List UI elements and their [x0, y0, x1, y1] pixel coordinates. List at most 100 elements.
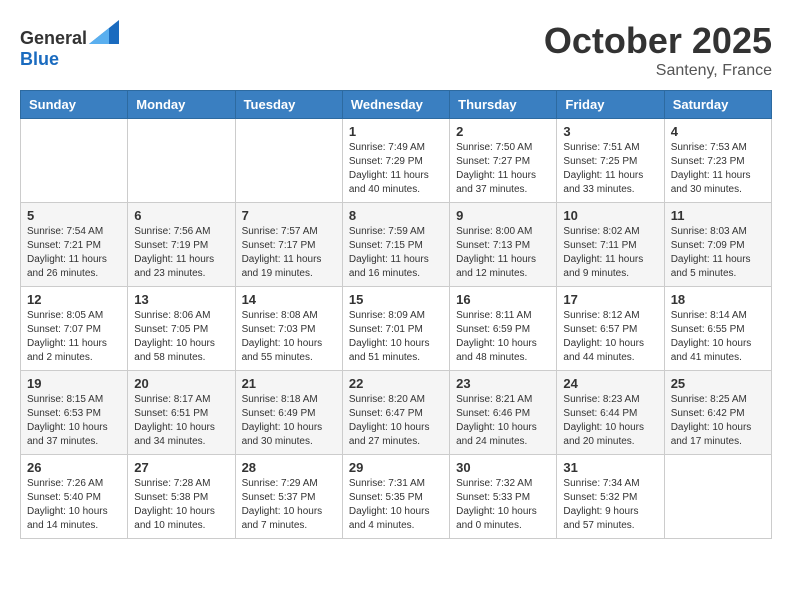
calendar-week-row: 1 Sunrise: 7:49 AM Sunset: 7:29 PM Daylig… — [21, 119, 772, 203]
day-number: 7 — [242, 208, 336, 223]
calendar-cell: 22 Sunrise: 8:20 AM Sunset: 6:47 PM Dayli… — [342, 371, 449, 455]
weekday-header-tuesday: Tuesday — [235, 91, 342, 119]
day-number: 21 — [242, 376, 336, 391]
page-header: General Blue October 2025 Santeny, Franc… — [20, 20, 772, 80]
weekday-header-thursday: Thursday — [450, 91, 557, 119]
day-number: 13 — [134, 292, 228, 307]
logo-icon — [89, 20, 119, 44]
calendar-cell — [21, 119, 128, 203]
weekday-header-row: SundayMondayTuesdayWednesdayThursdayFrid… — [21, 91, 772, 119]
day-info: Sunrise: 8:03 AM Sunset: 7:09 PM Dayligh… — [671, 225, 765, 281]
weekday-header-monday: Monday — [128, 91, 235, 119]
logo: General Blue — [20, 20, 119, 70]
title-block: October 2025 Santeny, France — [544, 20, 772, 80]
calendar-week-row: 19Sunrise: 8:15 AM Sunset: 6:53 PM Dayli… — [21, 371, 772, 455]
calendar-cell: 31 Sunrise: 7:34 AM Sunset: 5:32 PM Dayli… — [557, 455, 664, 539]
day-info: Sunrise: 8:02 AM Sunset: 7:11 PM Dayligh… — [563, 225, 657, 281]
day-info: Sunrise: 7:31 AM Sunset: 5:35 PM Dayligh… — [349, 477, 443, 533]
day-number: 17 — [563, 292, 657, 307]
calendar-cell: 12 Sunrise: 8:05 AM Sunset: 7:07 PM Dayli… — [21, 287, 128, 371]
logo-text: General Blue — [20, 20, 119, 70]
calendar-cell: 11 Sunrise: 8:03 AM Sunset: 7:09 PM Dayli… — [664, 203, 771, 287]
calendar-cell: 25 Sunrise: 8:25 AM Sunset: 6:42 PM Dayli… — [664, 371, 771, 455]
day-number: 3 — [563, 124, 657, 139]
calendar-table: SundayMondayTuesdayWednesdayThursdayFrid… — [20, 90, 772, 539]
weekday-header-sunday: Sunday — [21, 91, 128, 119]
day-number: 19 — [27, 376, 121, 391]
day-number: 9 — [456, 208, 550, 223]
day-info: Sunrise: 7:29 AM Sunset: 5:37 PM Dayligh… — [242, 477, 336, 533]
weekday-header-wednesday: Wednesday — [342, 91, 449, 119]
day-info: Sunrise: 8:08 AM Sunset: 7:03 PM Dayligh… — [242, 309, 336, 365]
calendar-cell: 6Sunrise: 7:56 AM Sunset: 7:19 PM Daylig… — [128, 203, 235, 287]
weekday-header-friday: Friday — [557, 91, 664, 119]
calendar-cell: 29Sunrise: 7:31 AM Sunset: 5:35 PM Dayli… — [342, 455, 449, 539]
day-number: 12 — [27, 292, 121, 307]
day-info: Sunrise: 8:06 AM Sunset: 7:05 PM Dayligh… — [134, 309, 228, 365]
day-number: 6 — [134, 208, 228, 223]
day-number: 20 — [134, 376, 228, 391]
calendar-cell: 10 Sunrise: 8:02 AM Sunset: 7:11 PM Dayli… — [557, 203, 664, 287]
day-info: Sunrise: 7:59 AM Sunset: 7:15 PM Dayligh… — [349, 225, 443, 281]
day-number: 31 — [563, 460, 657, 475]
calendar-cell: 26 Sunrise: 7:26 AM Sunset: 5:40 PM Dayli… — [21, 455, 128, 539]
calendar-week-row: 12 Sunrise: 8:05 AM Sunset: 7:07 PM Dayli… — [21, 287, 772, 371]
day-info: Sunrise: 8:23 AM Sunset: 6:44 PM Dayligh… — [563, 393, 657, 449]
calendar-cell: 13 Sunrise: 8:06 AM Sunset: 7:05 PM Dayli… — [128, 287, 235, 371]
day-number: 22 — [349, 376, 443, 391]
day-info: Sunrise: 8:21 AM Sunset: 6:46 PM Dayligh… — [456, 393, 550, 449]
day-info: Sunrise: 8:00 AM Sunset: 7:13 PM Dayligh… — [456, 225, 550, 281]
day-info: Sunrise: 8:20 AM Sunset: 6:47 PM Dayligh… — [349, 393, 443, 449]
day-number: 4 — [671, 124, 765, 139]
day-info: Sunrise: 7:26 AM Sunset: 5:40 PM Dayligh… — [27, 477, 121, 533]
calendar-cell: 18 Sunrise: 8:14 AM Sunset: 6:55 PM Dayli… — [664, 287, 771, 371]
calendar-cell: 5 Sunrise: 7:54 AM Sunset: 7:21 PM Daylig… — [21, 203, 128, 287]
day-info: Sunrise: 7:51 AM Sunset: 7:25 PM Dayligh… — [563, 141, 657, 197]
calendar-cell: 15Sunrise: 8:09 AM Sunset: 7:01 PM Dayli… — [342, 287, 449, 371]
day-number: 26 — [27, 460, 121, 475]
calendar-cell: 30Sunrise: 7:32 AM Sunset: 5:33 PM Dayli… — [450, 455, 557, 539]
calendar-cell: 23Sunrise: 8:21 AM Sunset: 6:46 PM Dayli… — [450, 371, 557, 455]
weekday-header-saturday: Saturday — [664, 91, 771, 119]
calendar-cell: 20Sunrise: 8:17 AM Sunset: 6:51 PM Dayli… — [128, 371, 235, 455]
calendar-week-row: 5 Sunrise: 7:54 AM Sunset: 7:21 PM Daylig… — [21, 203, 772, 287]
day-number: 28 — [242, 460, 336, 475]
day-number: 30 — [456, 460, 550, 475]
day-number: 11 — [671, 208, 765, 223]
day-info: Sunrise: 7:53 AM Sunset: 7:23 PM Dayligh… — [671, 141, 765, 197]
day-info: Sunrise: 7:34 AM Sunset: 5:32 PM Dayligh… — [563, 477, 657, 533]
calendar-cell — [664, 455, 771, 539]
day-info: Sunrise: 8:05 AM Sunset: 7:07 PM Dayligh… — [27, 309, 121, 365]
calendar-cell — [128, 119, 235, 203]
calendar-cell: 7 Sunrise: 7:57 AM Sunset: 7:17 PM Daylig… — [235, 203, 342, 287]
location-title: Santeny, France — [544, 62, 772, 80]
day-info: Sunrise: 8:14 AM Sunset: 6:55 PM Dayligh… — [671, 309, 765, 365]
calendar-cell: 16Sunrise: 8:11 AM Sunset: 6:59 PM Dayli… — [450, 287, 557, 371]
day-info: Sunrise: 7:50 AM Sunset: 7:27 PM Dayligh… — [456, 141, 550, 197]
calendar-cell: 21Sunrise: 8:18 AM Sunset: 6:49 PM Dayli… — [235, 371, 342, 455]
month-title: October 2025 — [544, 20, 772, 62]
calendar-cell: 17 Sunrise: 8:12 AM Sunset: 6:57 PM Dayli… — [557, 287, 664, 371]
day-number: 16 — [456, 292, 550, 307]
logo-general: General — [20, 28, 87, 48]
day-number: 5 — [27, 208, 121, 223]
day-info: Sunrise: 7:54 AM Sunset: 7:21 PM Dayligh… — [27, 225, 121, 281]
logo-blue: Blue — [20, 49, 59, 69]
day-info: Sunrise: 8:12 AM Sunset: 6:57 PM Dayligh… — [563, 309, 657, 365]
calendar-cell: 9 Sunrise: 8:00 AM Sunset: 7:13 PM Daylig… — [450, 203, 557, 287]
day-info: Sunrise: 7:57 AM Sunset: 7:17 PM Dayligh… — [242, 225, 336, 281]
day-number: 2 — [456, 124, 550, 139]
calendar-cell: 4 Sunrise: 7:53 AM Sunset: 7:23 PM Daylig… — [664, 119, 771, 203]
day-number: 25 — [671, 376, 765, 391]
calendar-cell: 24Sunrise: 8:23 AM Sunset: 6:44 PM Dayli… — [557, 371, 664, 455]
calendar-cell: 8 Sunrise: 7:59 AM Sunset: 7:15 PM Daylig… — [342, 203, 449, 287]
calendar-cell: 19Sunrise: 8:15 AM Sunset: 6:53 PM Dayli… — [21, 371, 128, 455]
day-info: Sunrise: 7:49 AM Sunset: 7:29 PM Dayligh… — [349, 141, 443, 197]
day-number: 10 — [563, 208, 657, 223]
day-number: 18 — [671, 292, 765, 307]
day-number: 14 — [242, 292, 336, 307]
day-info: Sunrise: 8:25 AM Sunset: 6:42 PM Dayligh… — [671, 393, 765, 449]
calendar-cell: 1 Sunrise: 7:49 AM Sunset: 7:29 PM Daylig… — [342, 119, 449, 203]
day-number: 8 — [349, 208, 443, 223]
day-number: 1 — [349, 124, 443, 139]
